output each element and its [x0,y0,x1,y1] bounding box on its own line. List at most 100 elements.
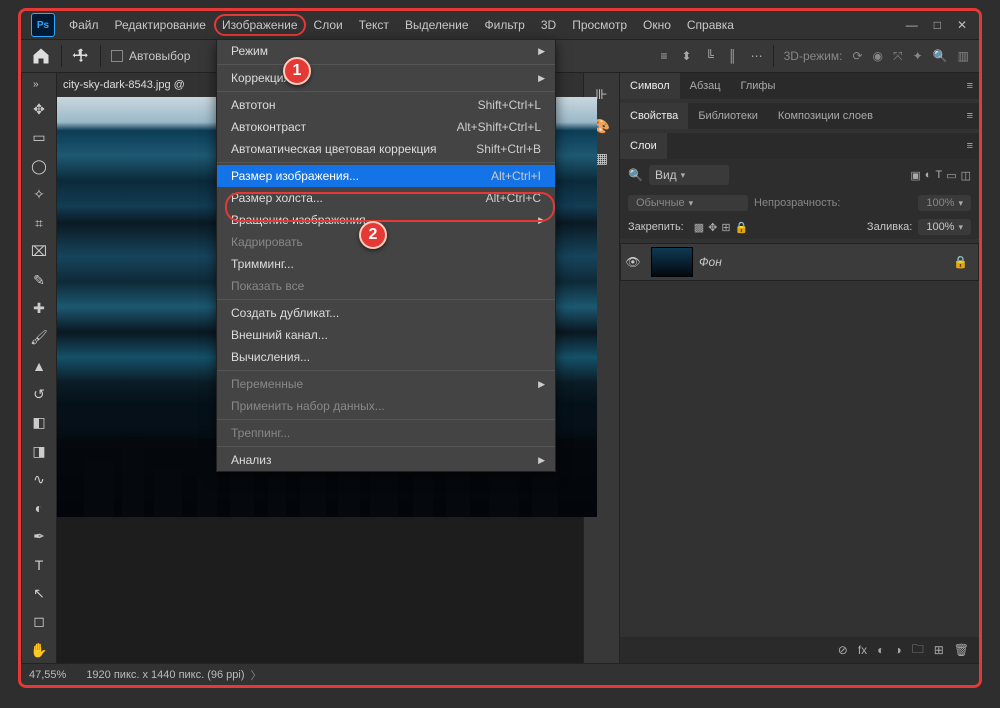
menu-item-canvas-size[interactable]: Размер холста...Alt+Ctrl+C [217,187,555,209]
lock-position-icon[interactable]: ✥ [708,221,717,234]
lock-pixels-icon[interactable]: ▩ [694,221,704,234]
menu-item-correction[interactable]: Коррекция [217,67,555,89]
document-info[interactable]: 1920 пикс. x 1440 пикс. (96 ppi) [86,669,244,681]
menu-item-autocolor[interactable]: Автоматическая цветовая коррекцияShift+C… [217,138,555,160]
menu-item-autocontrast[interactable]: АвтоконтрастAlt+Shift+Ctrl+L [217,116,555,138]
menu-window[interactable]: Окно [635,14,679,36]
delete-layer-icon[interactable]: 🗑 [954,643,969,657]
lasso-tool-icon[interactable]: ◯ [26,154,52,179]
menu-item-duplicate[interactable]: Создать дубликат... [217,302,555,324]
pen-tool-icon[interactable]: ✒ [26,524,52,549]
menu-view[interactable]: Просмотр [564,14,635,36]
panel-menu-icon[interactable]: ≡ [967,80,979,92]
lock-all-icon[interactable]: 🔒 [735,221,749,234]
3d-orbit-icon[interactable]: ⟳ [852,49,862,64]
filter-smart-icon[interactable]: ◫ [961,169,971,182]
history-brush-tool-icon[interactable]: ↺ [26,381,52,406]
tab-layer-comps[interactable]: Композиции слоев [768,103,883,129]
tab-paragraph[interactable]: Абзац [680,73,731,99]
lock-icon: 🔒 [953,255,978,269]
lock-nested-icon[interactable]: ⊞ [721,221,730,234]
move-tool-icon[interactable]: ✥ [26,97,52,122]
stamp-tool-icon[interactable]: ▲ [26,353,52,378]
menu-item-calculations[interactable]: Вычисления... [217,346,555,368]
brush-tool-icon[interactable]: 🖌 [26,325,52,350]
group-icon[interactable]: 🗀 [912,640,924,661]
type-tool-icon[interactable]: T [26,552,52,577]
heal-tool-icon[interactable]: ✚ [26,296,52,321]
menu-file[interactable]: Файл [61,14,107,36]
autoselect-checkbox[interactable] [111,50,123,62]
layer-filter-select[interactable]: Вид [649,165,729,185]
path-select-tool-icon[interactable]: ↖ [26,581,52,606]
menu-item-image-size[interactable]: Размер изображения...Alt+Ctrl+I [217,165,555,187]
panel-menu-icon[interactable]: ≡ [967,110,979,122]
align-left-icon[interactable]: ≡ [661,49,668,63]
adjustment-icon[interactable]: ◑ [894,643,901,657]
tab-symbol[interactable]: Символ [620,73,680,99]
visibility-icon[interactable]: 👁 [621,255,645,269]
move-tool-icon[interactable] [72,47,90,65]
filter-image-icon[interactable]: ▣ [910,169,920,182]
fill-value[interactable]: 100% [918,219,971,235]
eyedropper-tool-icon[interactable]: ✎ [26,268,52,293]
3d-zoom-icon[interactable]: 🔍 [933,49,948,64]
3d-roll-icon[interactable]: ◉ [873,49,883,64]
home-icon[interactable] [31,46,51,66]
link-layers-icon[interactable]: ⊘ [838,643,848,657]
align-center-icon[interactable]: ⬍ [682,49,692,63]
blend-mode-select[interactable]: Обычные [628,195,748,211]
menu-item-mode[interactable]: Режим [217,40,555,62]
menu-item-analysis[interactable]: Анализ [217,449,555,471]
hand-tool-icon[interactable]: ✋ [26,638,52,663]
menu-select[interactable]: Выделение [397,14,477,36]
panel-menu-icon[interactable]: ≡ [967,140,979,152]
filter-text-icon[interactable]: T [935,169,942,182]
filter-shape-icon[interactable]: ▭ [946,169,956,182]
wand-tool-icon[interactable]: ✧ [26,182,52,207]
blur-tool-icon[interactable]: ∿ [26,467,52,492]
align-bottom-icon[interactable]: ╚ [706,49,715,63]
menu-text[interactable]: Текст [351,14,397,36]
minimize-icon[interactable]: — [906,18,918,32]
autoselect-label: Автовыбор [129,49,190,63]
tab-layers[interactable]: Слои [620,133,667,159]
menu-layer[interactable]: Слои [306,14,351,36]
3d-slide-icon[interactable]: ✦ [913,49,923,64]
close-icon[interactable]: ✕ [957,18,967,32]
mask-icon[interactable]: ◐ [877,643,884,657]
tab-properties[interactable]: Свойства [620,103,688,129]
layer-row-background[interactable]: 👁 Фон 🔒 [620,243,979,281]
document-tab[interactable]: city-sky-dark-8543.jpg @ [63,79,185,91]
gradient-tool-icon[interactable]: ◨ [26,438,52,463]
menu-item-rotate[interactable]: Вращение изображения [217,209,555,231]
3d-panel-icon[interactable]: ▥ [958,49,969,64]
marquee-tool-icon[interactable]: ▭ [26,125,52,150]
menu-help[interactable]: Справка [679,14,742,36]
menu-image[interactable]: Изображение [214,14,306,36]
expand-tools-icon[interactable]: » [33,79,45,91]
zoom-level[interactable]: 47,55% [29,669,66,681]
maximize-icon[interactable]: □ [934,18,941,32]
crop-tool-icon[interactable]: ⌗ [26,211,52,236]
fx-icon[interactable]: fx [858,643,867,657]
info-chevron-icon[interactable]: 〉 [251,667,262,683]
distribute-icon[interactable]: ║ [728,49,737,63]
dodge-tool-icon[interactable]: ◐ [26,495,52,520]
menu-edit[interactable]: Редактирование [107,14,214,36]
tab-libraries[interactable]: Библиотеки [688,103,768,129]
3d-pan-icon[interactable]: ⤧ [893,49,903,64]
tab-glyphs[interactable]: Глифы [731,73,786,99]
menu-item-apply-image[interactable]: Внешний канал... [217,324,555,346]
frame-tool-icon[interactable]: ⌧ [26,239,52,264]
filter-adjust-icon[interactable]: ◐ [925,169,932,182]
menu-3d[interactable]: 3D [533,14,564,36]
eraser-tool-icon[interactable]: ◧ [26,410,52,435]
opacity-value[interactable]: 100% [918,195,971,211]
menu-filter[interactable]: Фильтр [477,14,533,36]
menu-item-autotone[interactable]: АвтотонShift+Ctrl+L [217,94,555,116]
more-align-icon[interactable]: ⋯ [751,49,763,63]
menu-item-trim[interactable]: Тримминг... [217,253,555,275]
new-layer-icon[interactable]: ⊞ [934,643,944,657]
shape-tool-icon[interactable]: ◻ [26,609,52,634]
